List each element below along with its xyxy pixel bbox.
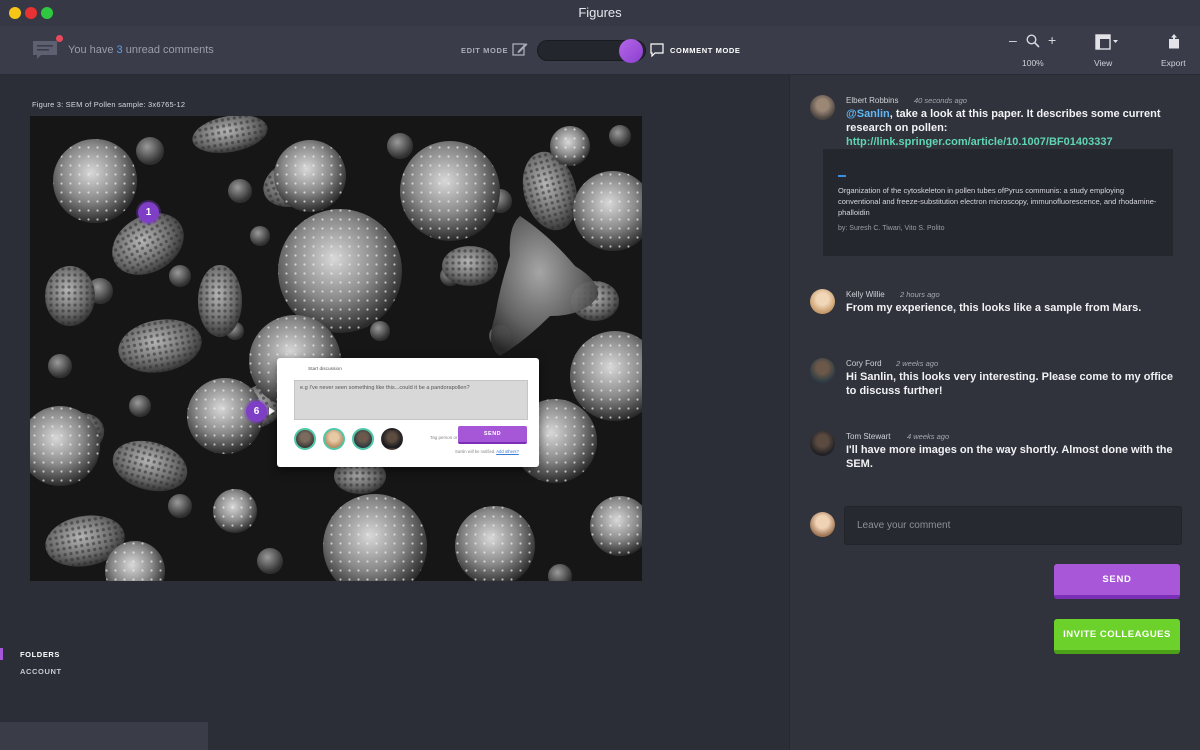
invite-colleagues-button[interactable]: INVITE COLLEAGUES [1054,619,1180,654]
comment-time: 4 weeks ago [907,432,950,441]
comment-text: @Sanlin, take a look at this paper. It d… [846,108,1161,148]
zoom-in-button[interactable]: + [1048,32,1056,48]
avatar-tom-stewart[interactable] [810,431,835,456]
nav-footer [0,722,208,750]
comment-author[interactable]: Kelly Willie [846,290,885,299]
zoom-out-button[interactable]: – [1009,32,1017,48]
title-bar: Figures [0,0,1200,26]
article-title: Organization of the cytoskeleton in poll… [838,186,1157,217]
comment-author[interactable]: Elbert Robbins [846,96,898,105]
notification-dot [56,35,63,42]
comment-marker-6[interactable]: 6 [246,401,275,422]
figure-caption: Figure 3: SEM of Pollen sample: 3x6765-1… [32,100,186,109]
avatar-elbert-robbins[interactable] [810,95,835,120]
comment-text: Hi Sanlin, this looks very interesting. … [846,371,1174,397]
add-others-link[interactable]: Add others? [496,449,519,454]
discussion-textarea[interactable]: e.g I've never seen something like this.… [294,380,528,420]
avatar-cory-ford[interactable] [810,358,835,383]
zoom-level: 100% [1022,58,1044,68]
comment-author[interactable]: Tom Stewart [846,432,890,441]
comment-time: 2 hours ago [900,290,940,299]
avatar-kelly-willie[interactable] [810,289,835,314]
nav-item-folders[interactable]: FOLDERS [20,650,60,659]
nav-item-account[interactable]: ACCOUNT [20,667,62,676]
comment-time: 2 weeks ago [896,359,939,368]
comment-author[interactable]: Cory Ford [846,359,882,368]
edit-icon[interactable] [512,41,528,57]
send-button[interactable]: SEND [1054,564,1180,599]
tag-person-avatar[interactable] [352,428,374,450]
tag-person-avatar[interactable] [381,428,403,450]
article-authors: by: Suresh C. Tiwari, Vito S. Polito [838,225,945,232]
comment-time: 40 seconds ago [914,96,967,105]
comment-bubble-icon[interactable] [650,43,664,57]
comment-mode-label[interactable]: COMMENT MODE [670,46,741,55]
popup-send-button[interactable]: SEND [458,426,527,444]
comment-input[interactable] [844,506,1182,545]
popup-title: Start discussion [308,367,342,372]
start-discussion-popup: Start discussion e.g I've never seen som… [277,358,539,467]
mention-link[interactable]: @Sanlin [846,108,890,120]
view-label[interactable]: View [1094,58,1112,68]
view-layout-icon[interactable] [1095,34,1119,50]
notify-text: Sanlin will be notified. Add others? [455,449,519,454]
tag-person-avatar[interactable] [323,428,345,450]
comments-icon[interactable] [32,40,58,60]
article-link[interactable]: http://link.springer.com/article/10.1007… [846,136,1113,148]
sem-pollen-image[interactable] [30,116,642,581]
toolbar: You have 3 unread comments EDIT MODE COM… [0,26,1200,75]
window-title: Figures [578,5,622,20]
unread-comments-text[interactable]: You have 3 unread comments [68,44,214,56]
comment-marker-1[interactable]: 1 [138,202,159,223]
card-accent [838,175,846,177]
comment-text: I'll have more images on the way shortly… [846,444,1173,470]
nav-active-indicator [0,648,3,660]
pollen-micrograph [30,116,642,581]
zoom-magnifier-icon[interactable] [1026,34,1040,48]
export-icon[interactable] [1168,34,1180,49]
tag-or-label: Tag person or [430,435,458,440]
current-user-avatar [810,512,835,537]
tag-person-avatar[interactable] [294,428,316,450]
export-label[interactable]: Export [1161,58,1186,68]
edit-mode-label[interactable]: EDIT MODE [461,46,508,55]
mode-toggle-knob[interactable] [619,39,643,63]
article-preview-card[interactable]: Organization of the cytoskeleton in poll… [823,149,1173,256]
comment-text: From my experience, this looks like a sa… [846,302,1142,314]
